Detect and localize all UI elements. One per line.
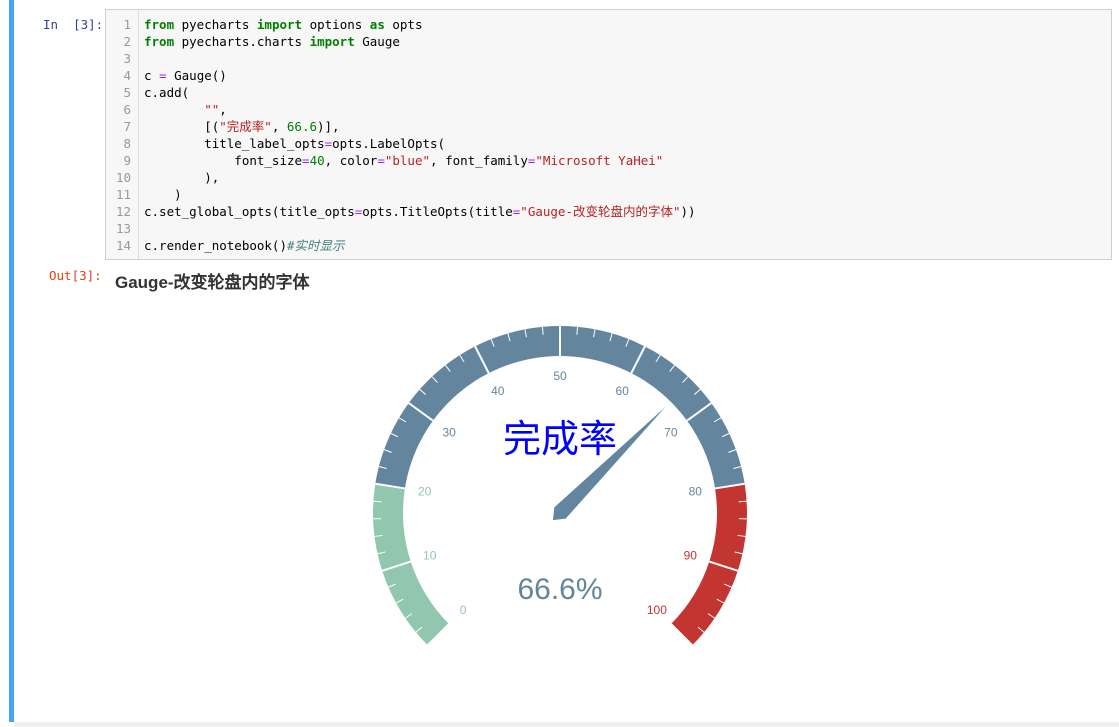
gauge-tick-label: 40 — [491, 384, 505, 398]
gauge-tick-label: 70 — [664, 425, 678, 439]
gauge-series-name: 完成率 — [503, 417, 617, 461]
gauge-minor-tick — [738, 500, 747, 503]
gauge-band — [373, 483, 449, 646]
gauge-tick-label: 90 — [684, 548, 698, 562]
gauge-tick-label: 10 — [423, 548, 437, 562]
gauge-tick-label: 100 — [647, 603, 667, 617]
gauge-chart: 0 10 20 30 40 50 60 70 80 90 100 完成率 66.6% — [373, 326, 747, 646]
gauge-tick-label: 30 — [442, 425, 456, 439]
gauge-tick-label: 20 — [418, 485, 432, 499]
gauge-tick-label: 60 — [616, 384, 630, 398]
gauge-minor-tick — [373, 500, 382, 503]
gauge-detail-value: 66.6% — [517, 573, 602, 606]
gauge-tick-label: 0 — [460, 603, 467, 617]
gauge-tick-label: 50 — [553, 369, 567, 383]
cell-bottom-border — [14, 722, 1119, 727]
gauge-band — [671, 483, 747, 646]
gauge-tick-label: 80 — [689, 485, 703, 499]
